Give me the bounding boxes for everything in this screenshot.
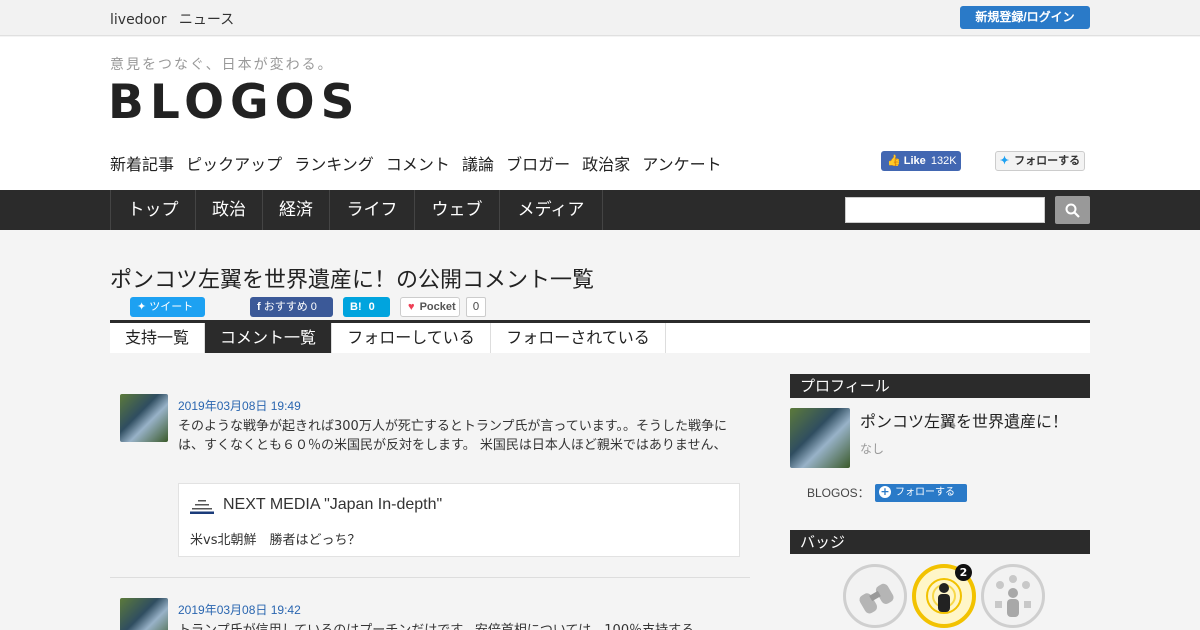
follow-label: フォローする [895,487,955,498]
facebook-like-button[interactable]: 👍 Like 132K [881,151,961,171]
brand-livedoor: livedoor [110,12,167,28]
nav-item-life[interactable]: ライフ [330,190,415,230]
plus-icon: + [879,485,891,498]
subnav-item-ranking[interactable]: ランキング [294,155,374,174]
subnav-item-comment[interactable]: コメント [386,155,450,174]
tab-support-list[interactable]: 支持一覧 [110,323,205,353]
profile-description: なし [860,442,885,456]
nav-item-web[interactable]: ウェブ [415,190,500,230]
subnav-item-debate[interactable]: 議論 [462,155,494,174]
blogos-label: BLOGOS： [807,486,870,500]
blogos-logo[interactable]: BLOGOS [108,75,360,130]
twitter-bird-icon: ✦ [137,301,147,313]
brand-news: ニュース [178,12,235,28]
nav-item-politics[interactable]: 政治 [196,190,263,230]
pocket-count: 0 [466,297,486,317]
hatena-bookmark-button[interactable]: B! 0 [343,297,390,317]
profile-avatar[interactable] [790,408,850,468]
search-button[interactable] [1055,196,1090,224]
main-navigation: トップ 政治 経済 ライフ ウェブ メディア [0,190,1200,230]
subnav-item-survey[interactable]: アンケート [642,155,721,174]
avatar[interactable] [120,394,168,442]
japan-in-depth-icon [190,500,214,514]
avatar[interactable] [120,598,168,630]
register-login-button[interactable]: 新規登録/ログイン [960,6,1090,29]
pocket-label: Pocket [419,301,456,313]
profile-tabs: 支持一覧 コメント一覧 フォローしている フォローされている [110,320,1090,353]
tweet-label: ツイート [149,301,194,313]
social-person-icon [995,575,1031,617]
facebook-recommend-button[interactable]: f おすすめ 0 [250,297,333,317]
subnav-item-pickup[interactable]: ピックアップ [186,155,282,174]
tweet-button[interactable]: ✦ ツイート [130,297,205,317]
site-header: 意見をつなぐ、日本が変わる。 BLOGOS 新着記事 ピックアップ ランキング … [0,37,1200,190]
search-input[interactable] [845,197,1045,223]
comment-divider [110,577,750,578]
article-card[interactable]: NEXT MEDIA "Japan In-depth" 米vs北朝鮮 勝者はどっ… [178,483,740,557]
pocket-icon: ♥ [408,301,415,313]
tw-follow-label: フォローする [1014,155,1081,167]
thumbs-up-icon: 👍 [887,155,901,167]
twitter-bird-icon: ✦ [999,155,1010,167]
hatena-count: 0 [368,301,375,313]
profile-name: ポンコツ左翼を世界遺産に！ [860,412,1069,431]
subnav-item-politician[interactable]: 政治家 [582,155,630,174]
fb-recommend-label: おすすめ [263,301,308,313]
facebook-icon: f [257,301,261,313]
nav-item-media[interactable]: メディア [500,190,603,230]
fb-like-label: Like [903,155,926,167]
twitter-follow-button[interactable]: ✦ フォローする [995,151,1085,171]
site-tagline: 意見をつなぐ、日本が変わる。 [110,57,334,73]
social-badge-icon[interactable] [981,564,1045,628]
binoculars-icon [859,583,894,614]
article-source-name: NEXT MEDIA "Japan In-depth" [223,496,443,513]
search-icon [1065,203,1080,218]
pocket-button[interactable]: ♥ Pocket [400,297,460,317]
nav-item-economy[interactable]: 経済 [263,190,330,230]
subnav-item-blogger[interactable]: ブロガー [506,155,570,174]
sub-navigation: 新着記事 ピックアップ ランキング コメント 議論 ブロガー 政治家 アンケート [110,151,729,175]
badge-heading: バッジ [790,530,1090,554]
tab-following[interactable]: フォローしている [332,323,491,353]
livedoor-brand[interactable]: livedoor ニュース [110,9,242,29]
comment-date[interactable]: 2019年03月08日 19:42 [178,601,301,618]
fb-like-count: 132K [930,155,957,167]
nav-item-top[interactable]: トップ [110,190,196,230]
comment-date[interactable]: 2019年03月08日 19:49 [178,397,301,414]
article-title[interactable]: 米vs北朝鮮 勝者はどっち？ [190,529,360,548]
binoculars-badge-icon[interactable] [843,564,907,628]
tab-followers[interactable]: フォローされている [491,323,666,353]
page-title: ポンコツ左翼を世界遺産に！の公開コメント一覧 [110,268,595,293]
fb-recommend-count: 0 [310,301,317,313]
follow-button[interactable]: + フォローする [875,484,967,502]
comment-body: トランプ氏が信用しているのはプーチンだけです。安倍首相については、100％支持す… [178,621,738,630]
tab-comment-list[interactable]: コメント一覧 [205,323,332,353]
comment-body: そのような戦争が起きれば300万人が死亡するとトランプ氏が言っています。。そうし… [178,419,727,453]
profile-heading: プロフィール [790,374,1090,398]
badge-count: 2 [955,564,972,581]
hatena-label: B! [350,301,362,313]
subnav-item-new[interactable]: 新着記事 [110,155,174,174]
top-bar: livedoor ニュース 新規登録/ログイン [0,0,1200,36]
